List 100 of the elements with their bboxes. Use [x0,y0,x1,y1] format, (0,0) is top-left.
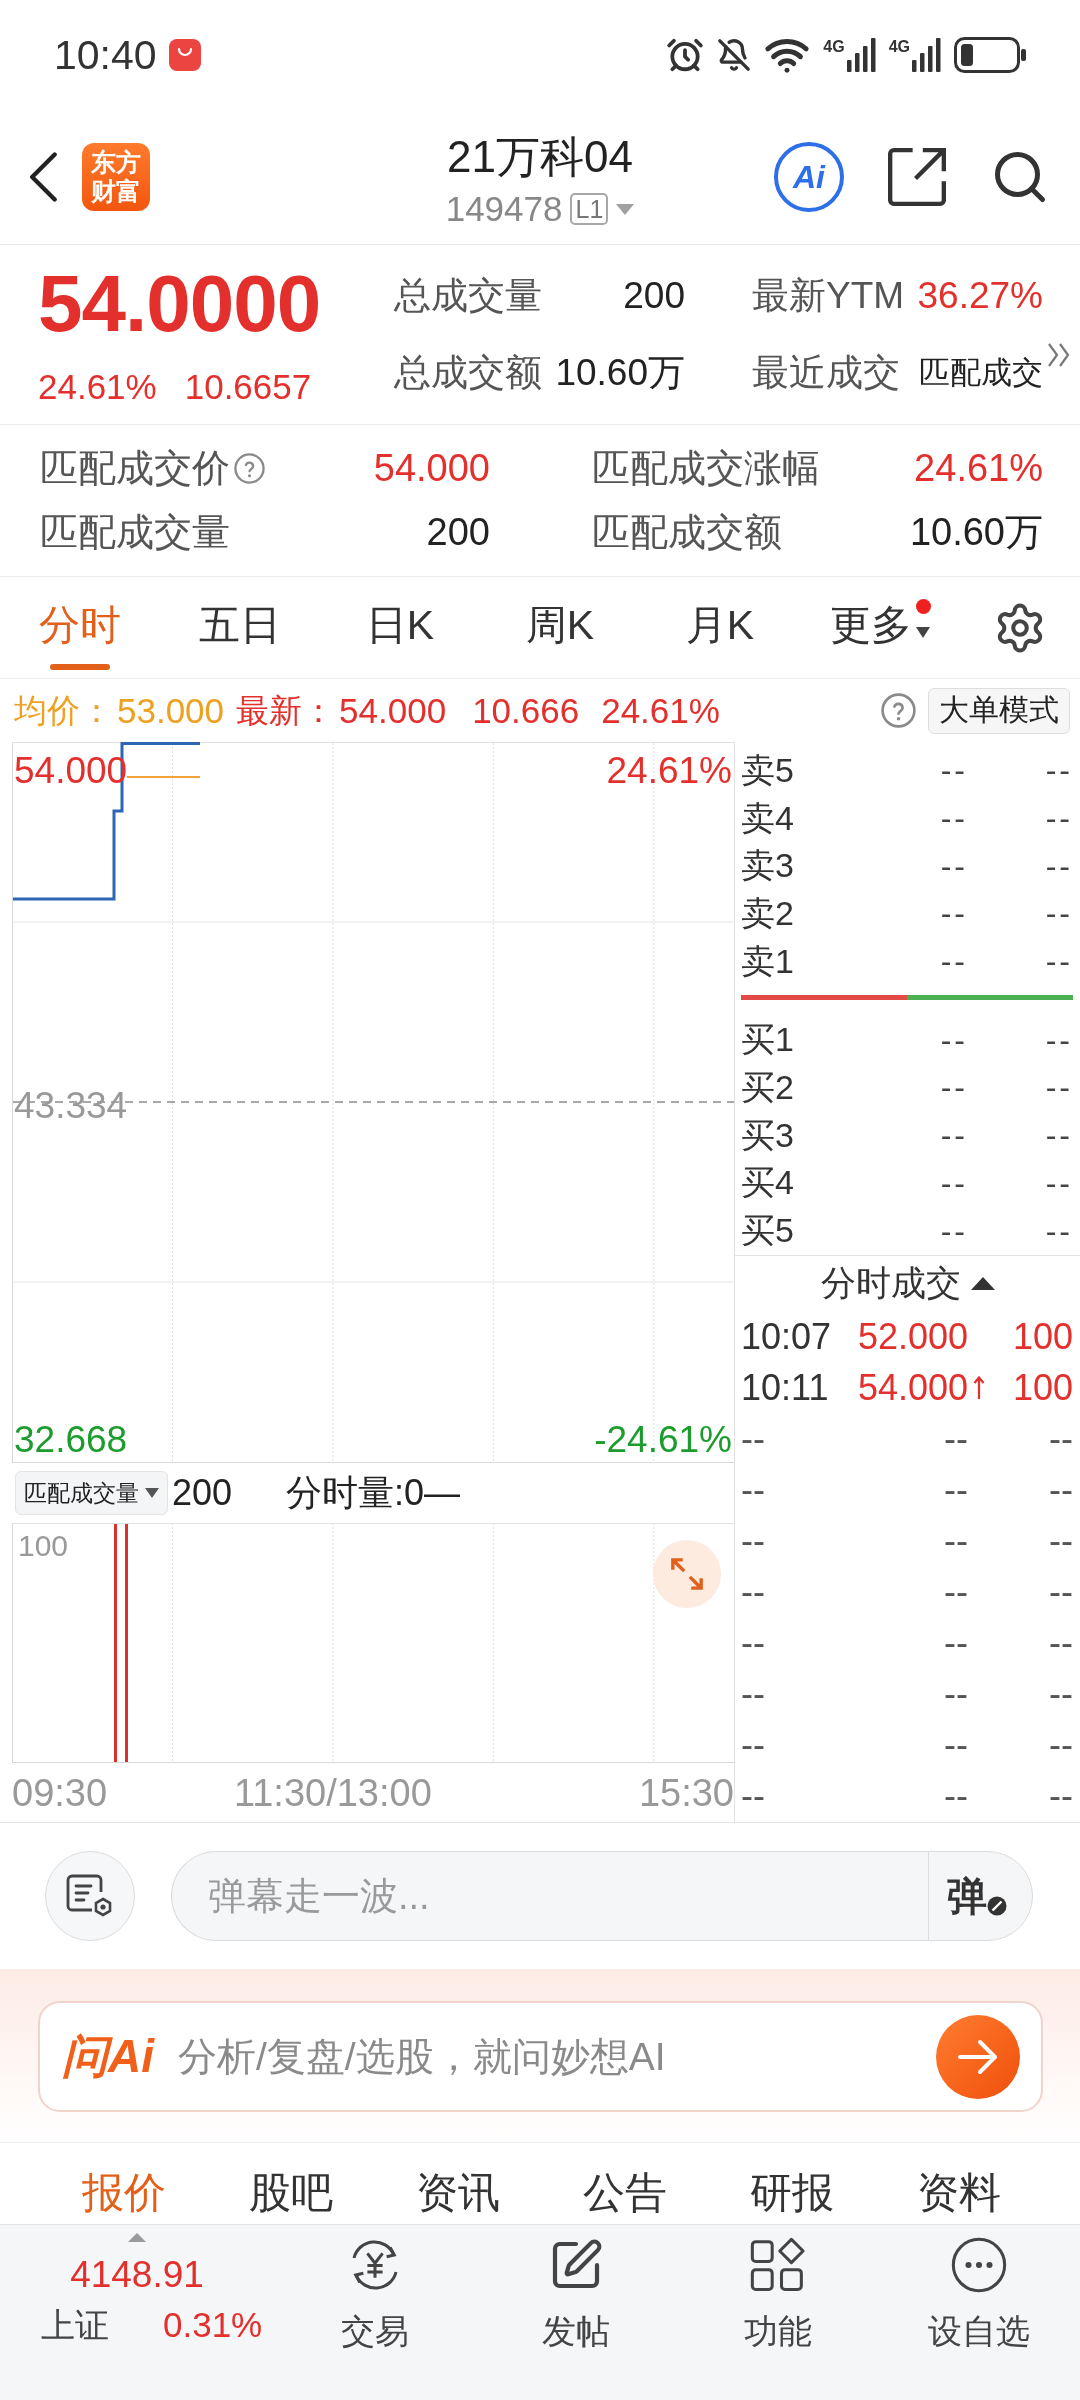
book-price: -- [940,895,968,933]
trade-price: -- [944,1418,968,1461]
back-icon[interactable] [28,152,58,202]
match-value: 200 [426,511,490,554]
stat-value: 匹配成交 [919,354,1043,392]
book-price: -- [940,943,968,981]
book-level-label: 买4 [741,1162,795,1204]
stat-value: 36.27% [917,275,1043,317]
content-tab[interactable]: 公告 [541,2143,708,2224]
caret-down-icon[interactable] [616,203,635,215]
content-tab[interactable]: 资料 [875,2143,1042,2224]
match-label: 匹配成交额 [592,510,782,555]
book-level-label: 卖2 [741,892,795,934]
trade-time: -- [741,1673,765,1716]
time-axis-label: 09:30 [12,1771,108,1815]
danmaku-toggle[interactable]: 弹 [928,1851,1033,1941]
ai-button[interactable]: Ai [774,142,844,212]
percent-axis-label: 24.61% [606,750,732,792]
book-price: -- [940,1021,968,1059]
match-label: 匹配成交价 [40,446,230,491]
book-level-label: 卖5 [741,749,795,791]
chart-tab[interactable]: 月K [640,577,800,678]
book-level-label: 卖4 [741,797,795,839]
stat-label: 最新YTM [752,274,905,318]
expand-icon [670,1557,704,1591]
trade-price: -- [944,1724,968,1767]
trade-time: -- [741,1520,765,1563]
trade-volume: -- [1049,1724,1073,1767]
trade-volume: -- [1049,1469,1073,1512]
match-value: 10.60万 [909,510,1043,555]
level-badge: L1 [570,193,609,225]
content-tab[interactable]: 股吧 [207,2143,374,2224]
book-volume: -- [1045,1021,1073,1059]
book-volume: -- [1045,1069,1073,1107]
help-icon[interactable] [234,453,265,484]
network-type-label: 4G [888,38,910,56]
stat-label: 最近成交 [752,351,900,395]
index-name: 上证 [41,2305,109,2346]
chart-tab[interactable]: 日K [320,577,480,678]
stat-value: 10.60万 [555,351,685,395]
trade-price: -- [944,1673,968,1716]
book-volume: -- [1045,1164,1073,1202]
time-axis-label: 15:30 [638,1771,734,1815]
chart-tab[interactable]: 分时 [0,577,160,678]
book-price: -- [940,752,968,790]
trade-volume: 100 [1012,1367,1073,1410]
caret-down-icon [145,1488,159,1498]
stat-label: 总成交量 [394,274,542,318]
content-tab[interactable]: 资讯 [374,2143,541,2224]
book-level-label: 卖1 [741,940,795,982]
trade-price: -- [944,1775,968,1818]
chart-tab[interactable]: 五日 [160,577,320,678]
status-time: 10:40 [54,31,157,79]
ai-logo: 问Ai [62,2028,154,2084]
app-logo: 东方 财富 [82,143,150,211]
alarm-icon [666,36,705,74]
help-icon[interactable] [881,693,916,728]
signal-icon [845,38,876,72]
mode-button[interactable]: 大单模式 [928,687,1070,734]
content-tab[interactable]: 报价 [40,2143,207,2224]
share-icon[interactable] [888,148,946,206]
change-amount: 10.6657 [184,365,312,408]
chart-tab[interactable]: 周K [480,577,640,678]
chart-tab[interactable]: 更多 [800,577,960,678]
book-volume: -- [1045,1117,1073,1155]
comment-field[interactable]: 弹幕走一波... [171,1851,928,1941]
book-level-label: 买1 [741,1019,795,1061]
match-label: 匹配成交涨幅 [592,446,820,491]
content-tab[interactable]: 研报 [708,2143,875,2224]
trade-time: 10:07 [741,1316,832,1359]
volume-axis-label: 100 [18,1529,69,1563]
trade-volume: -- [1049,1775,1073,1818]
trade-volume: 100 [1012,1316,1073,1359]
book-level-label: 买3 [741,1114,795,1156]
nav-button[interactable]: 交易 [274,2225,476,2400]
change-percent: 24.61% [601,689,720,732]
book-level-label: 买5 [741,1210,795,1252]
trade-time: -- [741,1571,765,1614]
trade-price: -- [944,1622,968,1665]
volume-total: 200 [172,1472,233,1514]
index-change: 0.31% [163,2304,263,2346]
trade-time: -- [741,1622,765,1665]
trade-price: 52.000 [857,1316,968,1359]
trades-title: 分时成交 [820,1262,961,1305]
ai-prompt-hint: 分析/复盘/选股，就问妙想AI [178,2033,666,2080]
match-value: 24.61% [914,447,1043,490]
network-type-label: 4G [823,38,845,56]
trade-volume: -- [1049,1622,1073,1665]
book-volume: -- [1045,943,1073,981]
battery-icon [954,37,1026,73]
book-price: -- [940,1164,968,1202]
nav-button[interactable]: 功能 [677,2225,879,2400]
match-label: 匹配成交量 [40,510,230,555]
trade-volume: -- [1049,1673,1073,1716]
volume-selector[interactable]: 匹配成交量 [15,1471,168,1515]
nav-button[interactable]: 设自选 [878,2225,1080,2400]
latest-price-value: 54.000 [339,689,447,732]
change-amount: 10.666 [472,689,580,732]
book-price: -- [940,1117,968,1155]
nav-button[interactable]: 发帖 [475,2225,677,2400]
